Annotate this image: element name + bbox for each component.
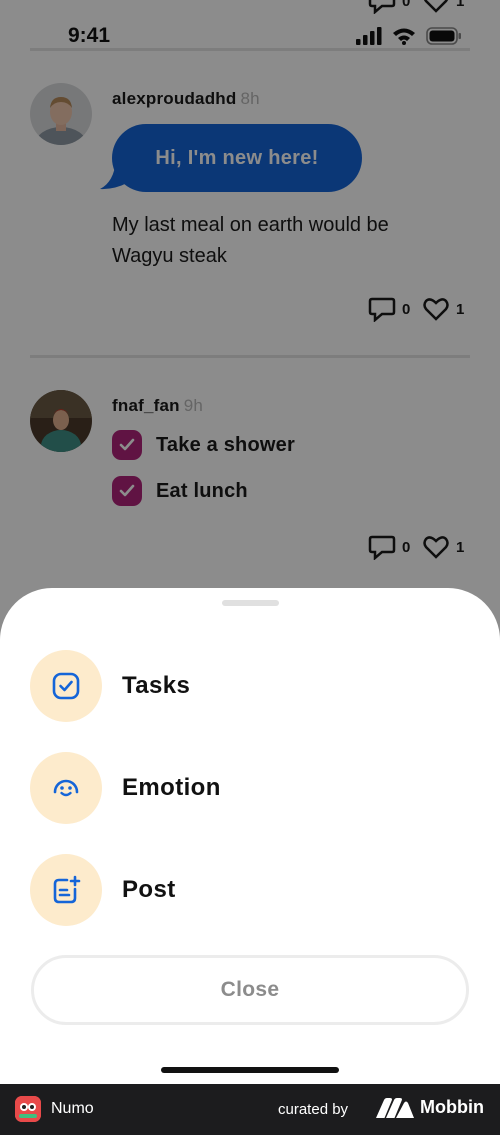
- option-label: Emotion: [122, 774, 221, 801]
- home-indicator: [161, 1067, 339, 1073]
- mobbin-wordmark: Mobbin: [420, 1097, 484, 1117]
- mobbin-logo-icon: [376, 1097, 414, 1118]
- new-post-icon: [30, 854, 102, 926]
- option-label: Tasks: [122, 672, 191, 699]
- option-emotion[interactable]: Emotion: [30, 752, 470, 824]
- sheet-handle[interactable]: [222, 600, 279, 606]
- mobbin-brand: Mobbin: [376, 1097, 484, 1118]
- create-bottom-sheet: Tasks Emotion Post Close: [0, 588, 500, 1084]
- option-tasks[interactable]: Tasks: [30, 650, 470, 722]
- curated-by-label: curated by: [278, 1101, 349, 1118]
- option-label: Post: [122, 876, 176, 903]
- app-name: Numo: [51, 1100, 94, 1117]
- option-post[interactable]: Post: [30, 854, 470, 926]
- screen: 0 1 9:41 alexproudadhd 8h Hi, I'm new he…: [0, 0, 500, 1084]
- footer-bar: Numo curated by Mobbin: [0, 1084, 500, 1135]
- app-logo-icon: [15, 1096, 41, 1122]
- close-button[interactable]: Close: [31, 955, 469, 1025]
- smile-face-icon: [30, 752, 102, 824]
- task-check-icon: [30, 650, 102, 722]
